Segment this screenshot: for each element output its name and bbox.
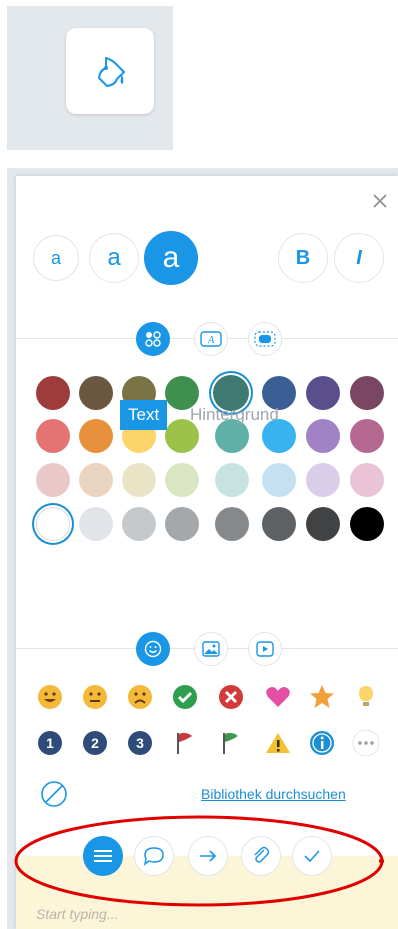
color-swatch[interactable] bbox=[350, 463, 384, 497]
color-swatch[interactable] bbox=[306, 419, 340, 453]
color-swatch[interactable] bbox=[79, 463, 113, 497]
sad-emoji-icon[interactable] bbox=[126, 683, 154, 711]
swatch-grid-icon bbox=[145, 331, 161, 347]
cross-emoji-icon[interactable] bbox=[217, 683, 245, 711]
italic-button[interactable]: I bbox=[334, 233, 384, 283]
font-size-large-label: a bbox=[162, 241, 180, 274]
color-swatch[interactable] bbox=[215, 463, 249, 497]
color-swatch[interactable] bbox=[306, 463, 340, 497]
smile-emoji-icon[interactable] bbox=[36, 683, 64, 711]
check-emoji-icon[interactable] bbox=[171, 683, 199, 711]
text-box-icon: A bbox=[200, 331, 222, 347]
color-swatch[interactable] bbox=[36, 419, 70, 453]
color-swatch[interactable] bbox=[122, 463, 156, 497]
font-size-medium-button[interactable]: a bbox=[89, 233, 139, 283]
tab-video[interactable] bbox=[248, 632, 282, 666]
svg-text:2: 2 bbox=[91, 735, 99, 751]
font-size-small-button[interactable]: a bbox=[33, 235, 79, 281]
number-3-icon[interactable]: 3 bbox=[126, 729, 154, 757]
color-swatch[interactable] bbox=[350, 507, 384, 541]
warning-icon[interactable] bbox=[264, 729, 292, 757]
color-swatch[interactable] bbox=[215, 507, 249, 541]
close-icon[interactable] bbox=[371, 192, 389, 210]
red-flag-icon[interactable] bbox=[171, 729, 199, 757]
number-1-icon[interactable]: 1 bbox=[36, 729, 64, 757]
font-size-small-label: a bbox=[50, 247, 61, 268]
svg-text:A: A bbox=[207, 335, 215, 346]
color-swatch[interactable] bbox=[165, 507, 199, 541]
font-size-medium-label: a bbox=[107, 244, 121, 271]
image-icon bbox=[202, 641, 220, 657]
color-swatch[interactable] bbox=[36, 376, 70, 410]
font-size-large-button[interactable]: a bbox=[144, 231, 198, 285]
paint-format-button[interactable] bbox=[66, 28, 154, 114]
color-swatch[interactable] bbox=[350, 419, 384, 453]
browse-library-link[interactable]: Bibliothek durchsuchen bbox=[201, 786, 346, 802]
tab-image[interactable] bbox=[194, 632, 228, 666]
text-color-mode-button[interactable]: A bbox=[194, 322, 228, 356]
neutral-emoji-icon[interactable] bbox=[81, 683, 109, 711]
paint-bucket-icon bbox=[98, 57, 125, 87]
bold-label: B bbox=[295, 246, 311, 269]
tab-emoji[interactable] bbox=[136, 632, 170, 666]
color-swatch[interactable] bbox=[306, 376, 340, 410]
smiley-icon bbox=[144, 640, 162, 658]
video-icon bbox=[256, 641, 274, 657]
annotation-ellipse bbox=[14, 815, 384, 907]
color-swatch[interactable] bbox=[79, 376, 113, 410]
toolbar-area bbox=[7, 6, 173, 150]
color-swatch[interactable] bbox=[36, 463, 70, 497]
tab-background[interactable]: Hintergrund bbox=[190, 400, 279, 430]
info-icon[interactable] bbox=[308, 729, 336, 757]
color-swatch-white[interactable] bbox=[36, 507, 70, 541]
color-swatch[interactable] bbox=[79, 419, 113, 453]
color-swatch[interactable] bbox=[350, 376, 384, 410]
green-flag-icon[interactable] bbox=[217, 729, 245, 757]
heart-emoji-icon[interactable] bbox=[264, 683, 292, 711]
background-mode-button[interactable] bbox=[248, 322, 282, 356]
color-swatch[interactable] bbox=[306, 507, 340, 541]
lightbulb-emoji-icon[interactable] bbox=[352, 683, 380, 711]
more-icon[interactable] bbox=[352, 729, 380, 757]
tab-text[interactable]: Text bbox=[120, 400, 168, 430]
color-swatch[interactable] bbox=[122, 507, 156, 541]
italic-label: I bbox=[356, 246, 362, 269]
svg-text:3: 3 bbox=[136, 735, 144, 751]
star-emoji-icon[interactable] bbox=[308, 683, 336, 711]
number-2-icon[interactable]: 2 bbox=[81, 729, 109, 757]
color-swatch[interactable] bbox=[79, 507, 113, 541]
no-color-icon[interactable] bbox=[40, 780, 68, 808]
color-swatch[interactable] bbox=[262, 463, 296, 497]
svg-text:1: 1 bbox=[46, 735, 54, 751]
color-swatch[interactable] bbox=[262, 507, 296, 541]
input-placeholder: Start typing... bbox=[36, 906, 119, 922]
swatch-mode-button[interactable] bbox=[136, 322, 170, 356]
color-swatch[interactable] bbox=[165, 463, 199, 497]
highlight-icon bbox=[254, 331, 276, 347]
bold-button[interactable]: B bbox=[278, 233, 328, 283]
